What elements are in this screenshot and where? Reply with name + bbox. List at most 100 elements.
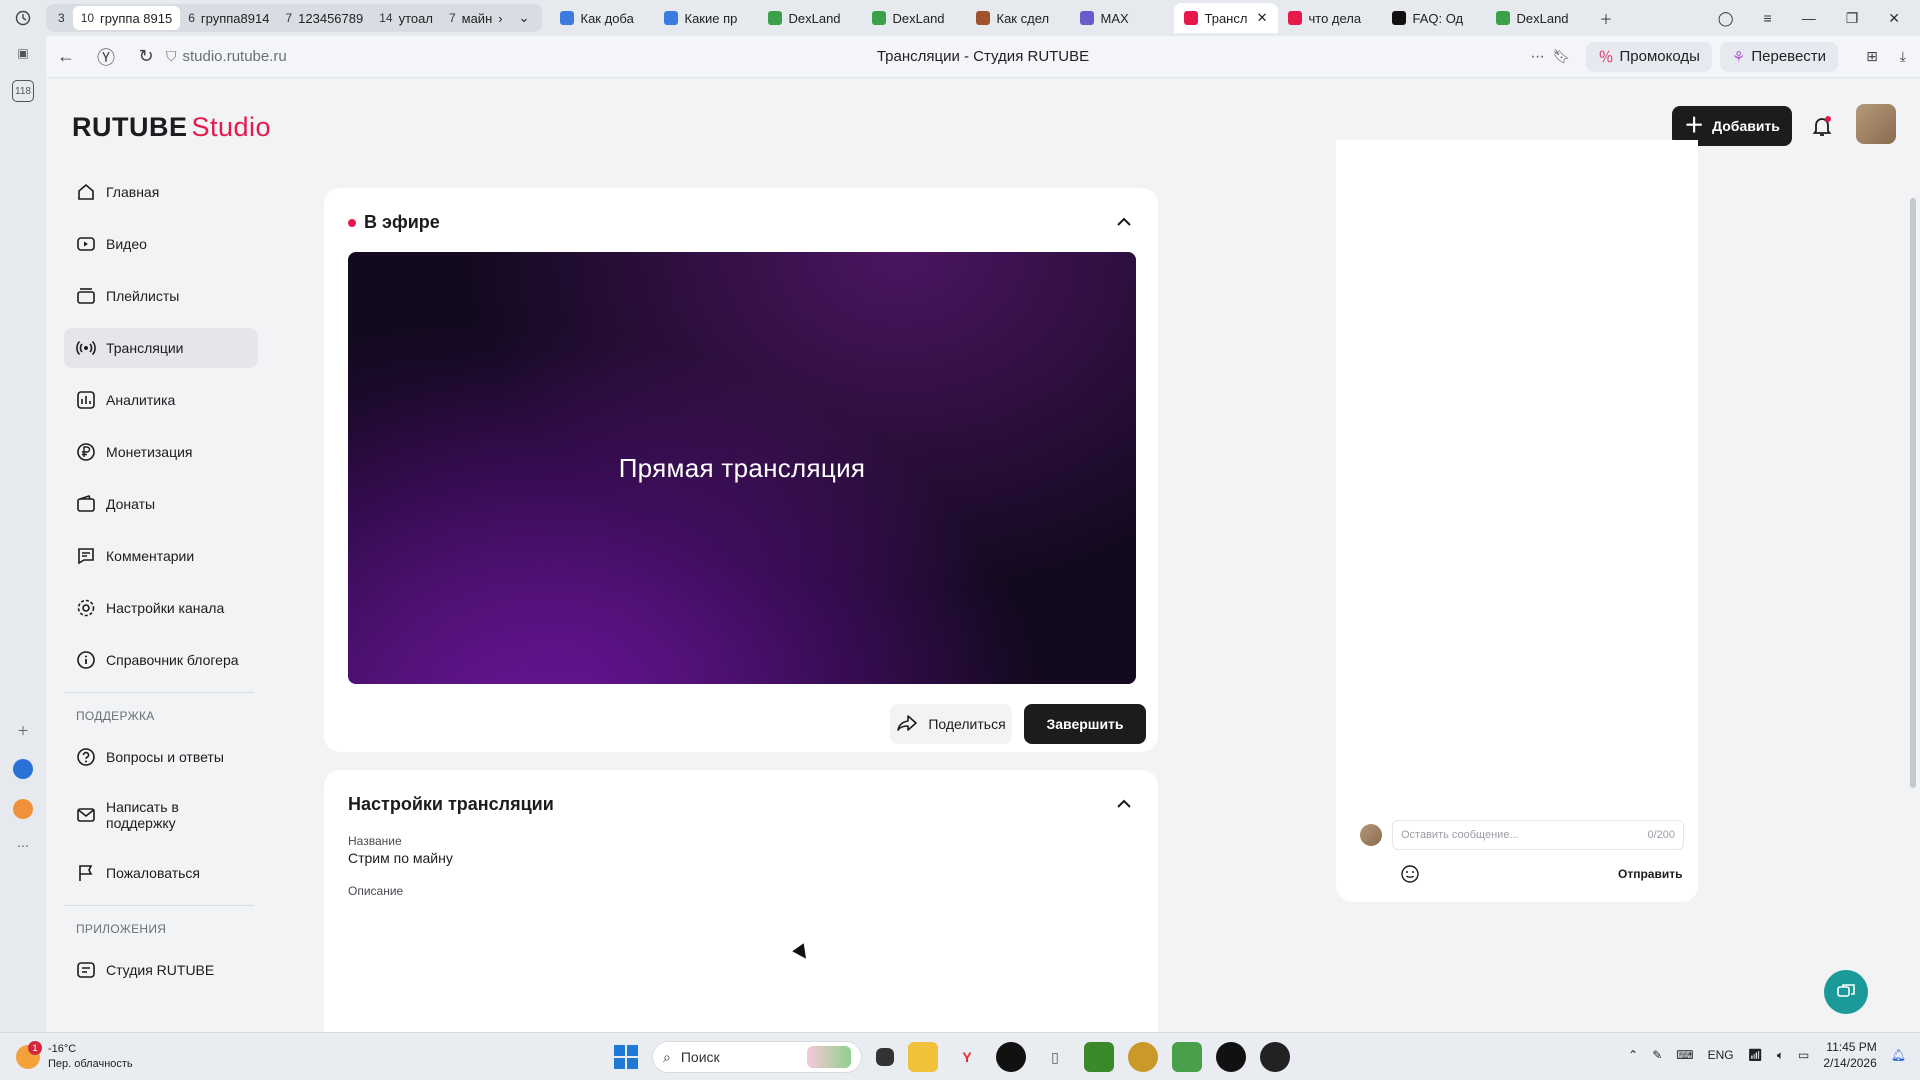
sidebar-item[interactable]: Донаты (64, 484, 258, 524)
pen-icon[interactable]: ✎ (1652, 1048, 1662, 1062)
share-icon (896, 714, 918, 735)
yandex-icon[interactable]: Ⓨ (86, 44, 126, 70)
support-chat-button[interactable] (1824, 970, 1868, 1014)
keyboard-icon[interactable]: ⌨ (1676, 1048, 1693, 1062)
sidebar-item[interactable]: Монетизация (64, 432, 258, 472)
browser-tab[interactable]: Как доба (550, 3, 654, 33)
studio-page: RUTUBE Studio ＋ Добавить Главная Видео Плей… (46, 78, 1912, 1032)
mail-app-icon[interactable] (13, 799, 33, 819)
avatar[interactable] (1856, 104, 1896, 144)
name-field[interactable]: Стрим по майну (348, 850, 453, 866)
browser-tab[interactable]: MAX (1070, 3, 1174, 33)
tab-group-chip[interactable]: 6 группа8914 (180, 6, 277, 30)
app-icon[interactable] (1128, 1042, 1158, 1072)
menu-icon[interactable]: ≡ (1764, 10, 1772, 26)
browser-tab[interactable]: FAQ: Од (1382, 3, 1486, 33)
tab-group-chip[interactable]: 10 группа 8915 (72, 6, 181, 30)
bell-icon[interactable] (1810, 114, 1834, 138)
history-icon[interactable] (0, 0, 46, 36)
tab-group-chip[interactable]: 7 123456789 (277, 6, 371, 30)
notification-icon[interactable]: 🔔︎ (1891, 1048, 1906, 1062)
mouse-app-icon[interactable]: ▯ (1040, 1042, 1070, 1072)
chevron-down-icon[interactable]: ⌄ (511, 6, 538, 30)
chat-input[interactable]: Оставить сообщение... 0/200 (1392, 820, 1684, 850)
more-icon[interactable]: ⋯ (1531, 48, 1545, 65)
browser-tab[interactable]: DexLand (862, 3, 966, 33)
more-icon[interactable]: ⋯ (17, 839, 29, 853)
tab-label: FAQ: Од (1412, 10, 1464, 26)
chevron-up-icon[interactable] (1112, 792, 1136, 816)
download-icon[interactable]: ⤓ (1900, 48, 1906, 65)
sidebar-item-label: Аналитика (106, 392, 176, 408)
page-scrollbar[interactable] (1906, 78, 1920, 1032)
add-panel-icon[interactable]: ＋ (17, 722, 29, 739)
collections-icon[interactable]: ▣ (17, 46, 28, 60)
browser-tab[interactable]: DexLand (1486, 3, 1590, 33)
share-button[interactable]: Поделиться (890, 704, 1012, 744)
live-card: В эфире Прямая трансляция Поделиться Зав… (324, 188, 1158, 752)
yandex-browser-icon[interactable]: Y (952, 1042, 982, 1072)
file-explorer-icon[interactable] (908, 1042, 938, 1072)
app-icon[interactable] (996, 1042, 1026, 1072)
chevron-up-icon[interactable] (1112, 210, 1136, 234)
sidebar-item[interactable]: Написать в поддержку (64, 789, 258, 841)
sidebar-item[interactable]: Главная (64, 172, 258, 212)
translate-button[interactable]: ⚘ Перевести (1719, 41, 1839, 72)
download-circle-icon[interactable] (13, 759, 33, 779)
browser-tab[interactable]: Трансл ✕ (1173, 3, 1278, 33)
favicon-icon (1079, 11, 1094, 25)
game-icon[interactable] (1084, 1042, 1114, 1072)
rutube-studio-logo[interactable]: RUTUBE Studio (72, 112, 271, 143)
browser-tab[interactable]: что дела (1278, 3, 1382, 33)
tab-group-chip[interactable]: 3 (50, 6, 73, 30)
browser-tab[interactable]: Как сдел (966, 3, 1070, 33)
minecraft-icon[interactable] (1172, 1042, 1202, 1072)
chat-panel: Оставить сообщение... 0/200 Отправить (1336, 140, 1698, 902)
wifi-icon[interactable]: 📶︎ (1748, 1048, 1763, 1062)
sidebar-item[interactable]: Справочник блогера (64, 640, 258, 680)
minimize-icon[interactable]: — (1802, 10, 1816, 26)
restore-icon[interactable]: ❐ (1846, 10, 1859, 27)
close-icon[interactable]: ✕ (1888, 10, 1900, 27)
sidebar-item[interactable]: Аналитика (64, 380, 258, 420)
sidebar-item[interactable]: Плейлисты (64, 276, 258, 316)
language-indicator[interactable]: ENG (1708, 1048, 1734, 1062)
profile-icon[interactable]: ◯ (1718, 10, 1734, 27)
bookmark-icon[interactable]: 🔖︎ (1553, 48, 1571, 65)
app-icon[interactable] (1216, 1042, 1246, 1072)
app-icon[interactable] (1260, 1042, 1290, 1072)
clock[interactable]: 11:45 PM 2/14/2026 (1823, 1039, 1876, 1071)
promo-button[interactable]: ％ Промокоды (1586, 41, 1712, 72)
sidebar-item[interactable]: Вопросы и ответы (64, 737, 258, 777)
tab-count-badge[interactable]: 118 (12, 80, 34, 102)
sidebar-item[interactable]: Трансляции (64, 328, 258, 368)
end-stream-button[interactable]: Завершить (1024, 704, 1146, 744)
video-player[interactable]: Прямая трансляция (348, 252, 1136, 684)
sidebar-item[interactable]: Пожаловаться (64, 853, 258, 893)
close-tab-icon[interactable]: ✕ (1257, 10, 1268, 26)
extensions-icon[interactable]: ⊞ (1866, 48, 1878, 65)
emoji-icon[interactable] (1400, 864, 1420, 884)
browser-tab[interactable]: Какие пр (654, 3, 758, 33)
weather-widget[interactable]: 1 -16°C Пер. облачность (0, 1040, 300, 1072)
browser-tab[interactable]: DexLand (758, 3, 862, 33)
reload-icon[interactable]: ↻ (126, 46, 166, 67)
back-icon[interactable]: ← (46, 46, 86, 67)
sidebar-item[interactable]: Настройки канала (64, 588, 258, 628)
sidebar-item[interactable]: Студия RUTUBE (64, 950, 258, 990)
browser-left-rail: ▣ 118 ＋ ⋯ (0, 36, 46, 1044)
windows-start-icon[interactable] (614, 1045, 638, 1069)
tab-group-chip[interactable]: 14 утоал (371, 6, 441, 30)
sidebar-item[interactable]: Комментарии (64, 536, 258, 576)
sidebar-item[interactable]: Видео (64, 224, 258, 264)
send-button[interactable]: Отправить (1618, 867, 1682, 881)
url-field[interactable]: studio.rutube.ru (183, 48, 287, 65)
volume-icon[interactable]: 🔈︎ (1777, 1048, 1784, 1063)
chevron-up-icon[interactable]: ⌃ (1628, 1048, 1638, 1062)
battery-icon[interactable]: ▭ (1798, 1048, 1809, 1062)
new-tab-icon[interactable]: ＋ (1590, 3, 1620, 33)
taskbar-search[interactable]: ⌕ Поиск (652, 1041, 862, 1073)
tab-group-chip[interactable]: 7 майн › (441, 6, 511, 30)
video-icon (76, 234, 96, 254)
task-view-icon[interactable] (876, 1048, 894, 1066)
